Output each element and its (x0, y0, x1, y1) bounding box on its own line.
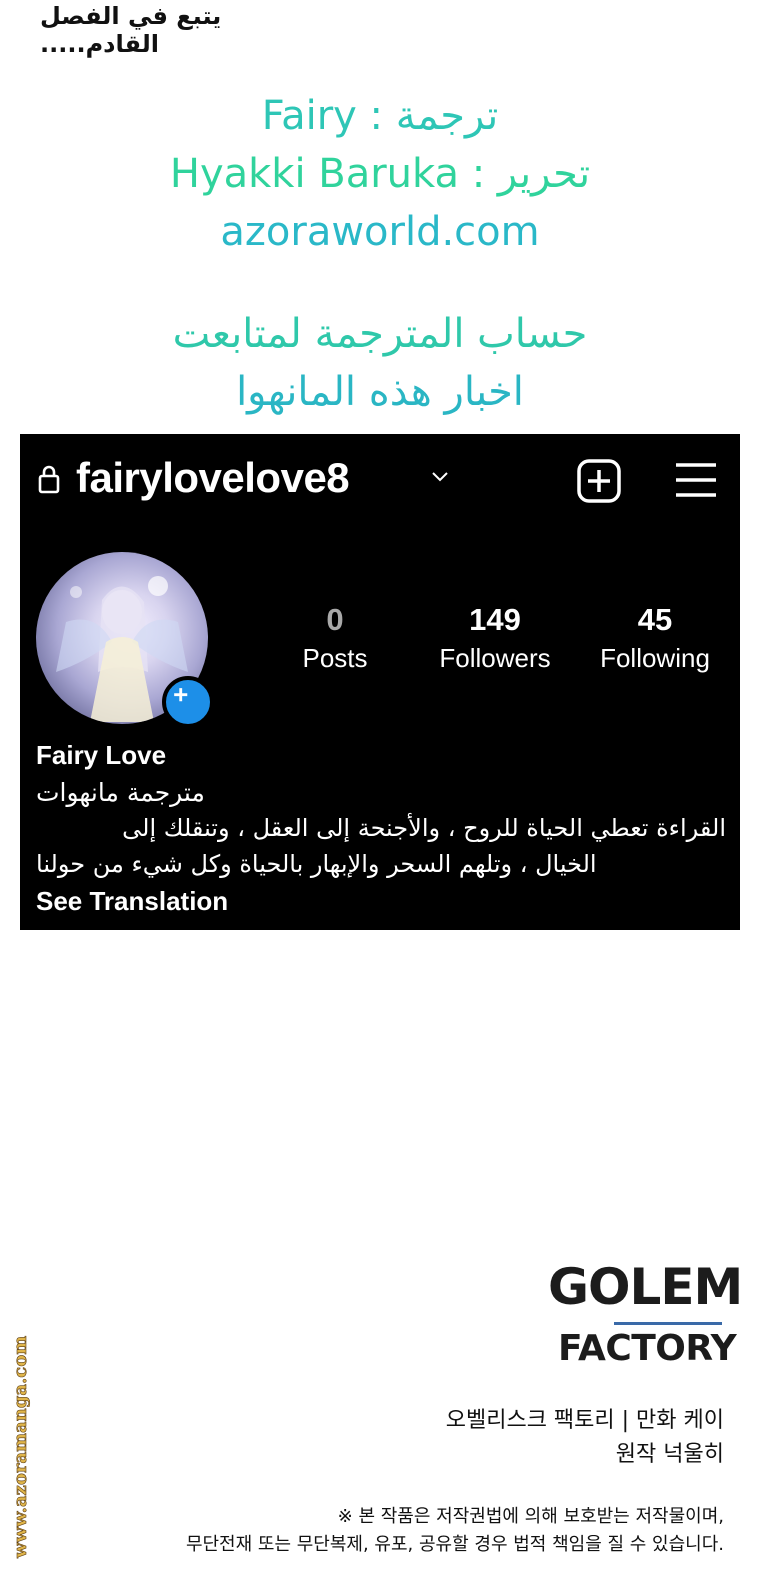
instagram-profile-card: fairylovelove8 0 Posts 149 Followers 45 … (20, 434, 740, 930)
stat-following-value: 45 (637, 602, 673, 637)
stat-posts-value: 0 (326, 602, 344, 637)
new-post-icon[interactable] (576, 458, 622, 504)
stat-followers[interactable]: 149 Followers (420, 602, 570, 678)
original-author: 원작 넉울히 (615, 1442, 724, 1467)
display-name: Fairy Love (36, 740, 167, 770)
copyright-notice-1: ※ 본 작품은 저작권법에 의해 보호받는 저작물이며, (337, 1506, 724, 1527)
credit-translation: Fairy : ترجمة (261, 93, 499, 139)
logo-line-1: GOLEM (548, 1258, 743, 1316)
lock-icon (38, 464, 60, 494)
watermark-text: www.azoramanga.com (10, 1336, 31, 1559)
bio-line-2: القراءة تعطي الحياة للروح ، والأجنحة إلى… (122, 814, 726, 842)
see-translation-link[interactable]: See Translation (36, 886, 228, 917)
golem-factory-logo: GOLEM FACTORY (548, 1258, 743, 1378)
credit-follow-line2: اخبار هذه المانهوا (236, 369, 524, 415)
bio-line-3: الخيال ، وتلهم السحر والإبهار بالحياة وك… (36, 850, 597, 878)
profile-username[interactable]: fairylovelove8 (76, 454, 350, 502)
copyright-notice-2: 무단전재 또는 무단복제, 유포, 공유할 경우 법적 책임을 질 수 있습니다… (185, 1534, 724, 1555)
bio-line-1: مترجمة مانهوات (36, 778, 205, 807)
stat-following[interactable]: 45 Following (580, 602, 730, 678)
stat-posts[interactable]: 0 Posts (260, 602, 410, 678)
logo-line-2: FACTORY (558, 1328, 737, 1369)
stat-following-label: Following (600, 643, 710, 673)
stat-followers-label: Followers (439, 643, 551, 673)
to-be-continued-note: يتبع في الفصل القادم..... (40, 2, 222, 58)
menu-icon[interactable] (674, 460, 718, 500)
credit-editing: Hyakki Baruka : تحرير (169, 151, 591, 197)
stat-followers-value: 149 (469, 602, 521, 637)
site-watermark: www.azoramanga.com (0, 1300, 38, 1566)
stat-posts-label: Posts (302, 643, 368, 673)
publisher-credit: 오벨리스크 팩토리 | 만화 케이 (445, 1408, 724, 1433)
logo-divider (614, 1322, 722, 1325)
chevron-down-icon[interactable] (430, 470, 450, 484)
credit-site: azoraworld.com (220, 209, 540, 255)
credit-follow-line1: حساب المترجمة لمتابعت (172, 311, 588, 357)
add-story-icon[interactable] (162, 676, 214, 728)
